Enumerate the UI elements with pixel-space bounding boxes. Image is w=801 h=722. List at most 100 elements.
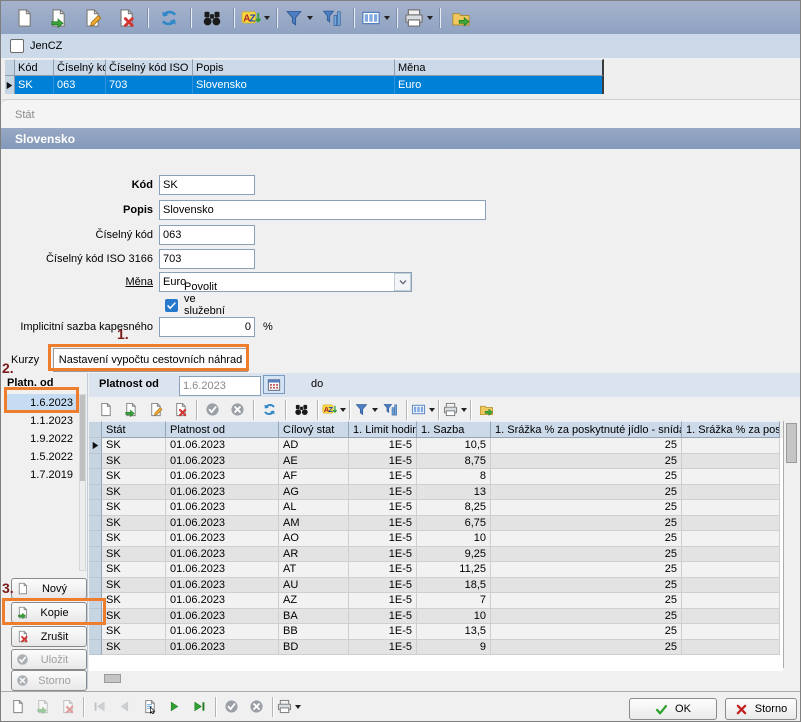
column-header-popis[interactable]: Popis (193, 59, 395, 76)
kod-input[interactable] (159, 175, 255, 195)
nav-doc-button[interactable] (137, 696, 162, 717)
filter-data-button[interactable] (378, 399, 403, 420)
validity-list-scrollbar[interactable] (79, 394, 86, 571)
page-open-button (30, 696, 55, 717)
column-header[interactable]: 1. Srážka % za poskytnuté jídlo - snídan… (491, 421, 682, 438)
column-header[interactable]: Platnost od (166, 421, 279, 438)
table-row[interactable]: SK01.06.2023AZ1E-5725 (89, 593, 783, 609)
page-open-button[interactable] (118, 399, 143, 420)
mena-label[interactable]: Měna (1, 276, 153, 288)
table-cell: AE (279, 454, 349, 470)
cancel-button[interactable] (244, 696, 269, 717)
rates-horizontal-scrollbar[interactable] (89, 673, 783, 685)
scrollbar-thumb[interactable] (80, 395, 85, 481)
table-cell: 25 (491, 562, 682, 578)
refresh-button[interactable] (257, 399, 282, 420)
page-new-button[interactable] (93, 399, 118, 420)
ok-button[interactable]: OK (629, 698, 717, 720)
tab-kurzy[interactable]: Kurzy (11, 354, 39, 366)
scrollbar-thumb[interactable] (104, 674, 121, 683)
find-button[interactable] (195, 4, 229, 31)
print-button[interactable] (401, 4, 435, 31)
list-item[interactable]: 1.9.2022 (5, 430, 77, 448)
page-edit-icon (82, 8, 102, 28)
columns-button[interactable] (358, 4, 392, 31)
table-cell (682, 454, 780, 470)
toolbar-separator (353, 8, 354, 28)
scrollbar-thumb[interactable] (786, 423, 797, 463)
filter-button[interactable] (353, 399, 378, 420)
column-header[interactable]: 1. Limit hodin (349, 421, 417, 438)
page-edit-button[interactable] (75, 4, 109, 31)
nav-last-button[interactable] (187, 696, 212, 717)
list-item[interactable]: 1.5.2022 (5, 448, 77, 466)
cancel-button[interactable] (225, 399, 250, 420)
page-new-button[interactable] (7, 4, 41, 31)
column-header-mena[interactable]: Měna (395, 59, 604, 76)
table-row[interactable]: SK01.06.2023AL1E-58,2525 (89, 500, 783, 516)
find-button[interactable] (289, 399, 314, 420)
page-delete-button[interactable] (109, 4, 143, 31)
dropdown-caret-icon (295, 705, 301, 709)
platnost-od-input[interactable] (179, 376, 261, 396)
mena-dropdown-button[interactable] (394, 273, 411, 291)
nav-next-button[interactable] (162, 696, 187, 717)
table-cell: 8 (417, 469, 491, 485)
main-toolbar: AZ (1, 1, 801, 34)
novy-button[interactable]: Nový (11, 578, 87, 599)
print-button[interactable] (276, 696, 301, 717)
column-header[interactable]: Stát (102, 421, 166, 438)
table-row[interactable]: SK01.06.2023AF1E-5825 (89, 469, 783, 485)
jencz-checkbox[interactable] (10, 39, 24, 53)
kapesne-input[interactable] (159, 317, 255, 337)
table-row[interactable]: SK01.06.2023BB1E-513,525 (89, 624, 783, 640)
table-row[interactable]: SK01.06.2023BD1E-5925 (89, 640, 783, 656)
povolit-checkbox[interactable] (165, 299, 178, 312)
list-item[interactable]: 1.7.2019 (5, 466, 77, 484)
rates-vertical-scrollbar[interactable] (783, 421, 798, 668)
filter-button[interactable] (281, 4, 315, 31)
page-new-button[interactable] (5, 696, 30, 717)
annotation-number-3: 3. (2, 580, 14, 596)
calendar-button[interactable] (263, 375, 285, 394)
table-row[interactable]: SK01.06.2023AT1E-511,2525 (89, 562, 783, 578)
table-cell: SK (102, 593, 166, 609)
export-button[interactable] (444, 4, 478, 31)
table-row[interactable]: SK01.06.2023AO1E-51025 (89, 531, 783, 547)
apply-button[interactable] (200, 399, 225, 420)
filter-data-button[interactable] (315, 4, 349, 31)
column-header[interactable]: 1. Sazba (417, 421, 491, 438)
zrusit-button[interactable]: Zrušit (11, 626, 87, 647)
column-header-iso[interactable]: Číselný kód ISO 3166 (106, 59, 193, 76)
table-row[interactable]: SK01.06.2023AU1E-518,525 (89, 578, 783, 594)
storno-button[interactable]: Storno (725, 698, 797, 720)
page-open-button[interactable] (41, 4, 75, 31)
popis-input[interactable] (159, 200, 486, 220)
column-header-kod[interactable]: Kód (15, 59, 54, 76)
jencz-label: JenCZ (30, 40, 62, 52)
table-row[interactable]: SK01.06.2023AD1E-510,525 (89, 438, 783, 454)
table-row[interactable]: SK 063 703 Slovensko Euro (5, 76, 604, 94)
table-row[interactable]: SK01.06.2023AM1E-56,7525 (89, 516, 783, 532)
sort-button[interactable]: AZ (321, 399, 346, 420)
sort-button[interactable]: AZ (238, 4, 272, 31)
column-header[interactable]: 1. Srážka % za pos (682, 421, 780, 438)
iso-input[interactable] (159, 249, 255, 269)
export-button[interactable] (474, 399, 499, 420)
print-button[interactable] (442, 399, 467, 420)
table-row[interactable]: SK01.06.2023AE1E-58,7525 (89, 454, 783, 470)
column-header[interactable]: Cílový stat (279, 421, 349, 438)
apply-button[interactable] (219, 696, 244, 717)
table-row[interactable]: SK01.06.2023AG1E-51325 (89, 485, 783, 501)
page-delete-button[interactable] (168, 399, 193, 420)
table-cell: 01.06.2023 (166, 516, 279, 532)
table-row[interactable]: SK01.06.2023AR1E-59,2525 (89, 547, 783, 563)
column-header-ciselny-kod[interactable]: Číselný kód (54, 59, 106, 76)
table-cell: 11,25 (417, 562, 491, 578)
page-edit-button[interactable] (143, 399, 168, 420)
refresh-button[interactable] (152, 4, 186, 31)
columns-button[interactable] (410, 399, 435, 420)
list-item[interactable]: 1.1.2023 (5, 412, 77, 430)
ciselny-kod-input[interactable] (159, 225, 255, 245)
table-row[interactable]: SK01.06.2023BA1E-51025 (89, 609, 783, 625)
